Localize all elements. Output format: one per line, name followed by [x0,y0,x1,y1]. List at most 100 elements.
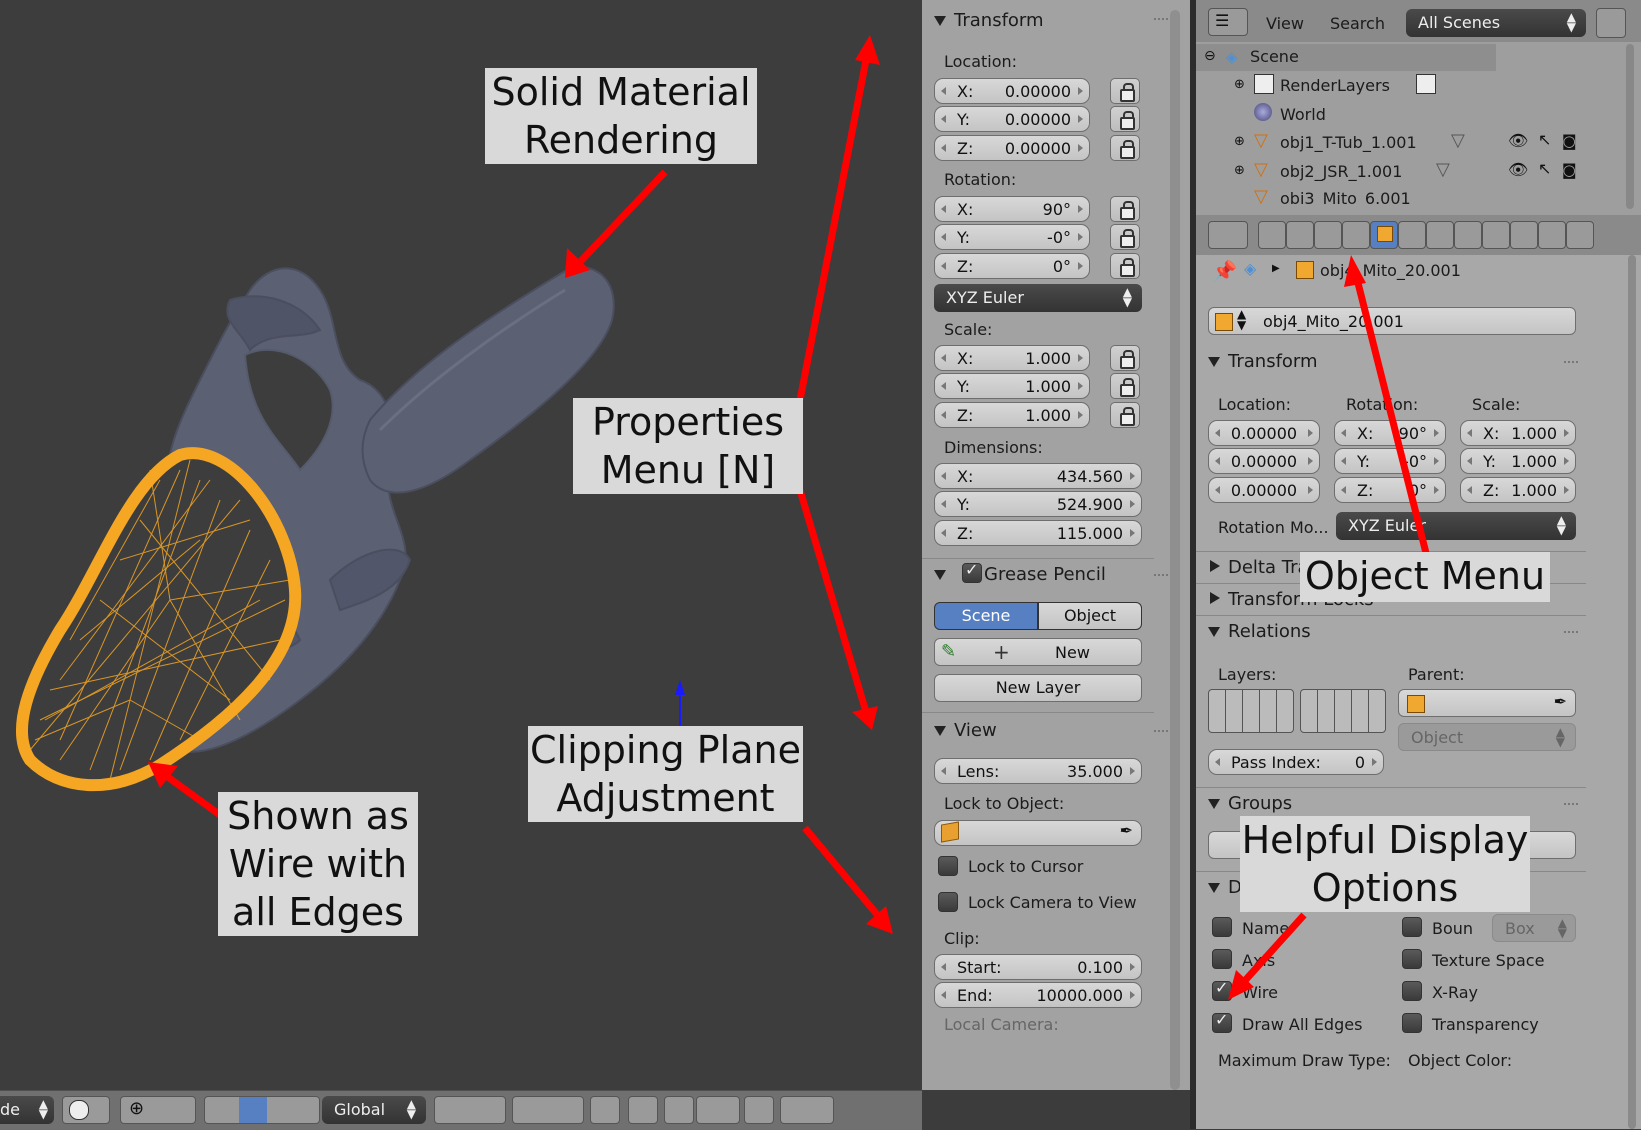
magnet-icon[interactable] [664,1096,694,1124]
cursor-icon[interactable]: ↖ [1538,159,1551,178]
wrench-icon[interactable] [1596,8,1626,38]
scene-icon: ◈ [1226,48,1238,66]
scale-x-field[interactable]: X: 1.000 [934,345,1090,371]
lock-to-cursor-checkbox[interactable] [938,856,958,876]
snap-element-icon[interactable] [696,1096,740,1124]
outliner-partial-row: ▽ obj3_Mito_6.001 [1196,186,1641,204]
pivot-dropdown[interactable]: ⊕ [120,1096,196,1124]
rotation-x-field[interactable]: X: 90° [934,196,1090,222]
new-layer-button[interactable]: New Layer [934,674,1142,702]
search-menu[interactable]: Search [1330,14,1385,33]
clip-start-field[interactable]: Start: 0.100 [934,954,1142,980]
lock-icon[interactable] [1110,135,1140,161]
snap-target-icon[interactable] [744,1096,774,1124]
rotation-y-field[interactable]: Y: -0° [934,224,1090,250]
rotation-z-field[interactable]: Z: 0° [934,253,1090,279]
outliner-obj1[interactable]: obj1_T-Tub_1.001 [1280,133,1417,152]
tab-object[interactable]: Object [1038,602,1142,630]
grip-icon[interactable] [1154,730,1168,738]
shading-dropdown[interactable] [62,1096,110,1124]
view-panel-title[interactable]: View [954,720,997,741]
pencil-icon: ✎ [941,641,957,662]
expand-icon[interactable]: ⊕ [1234,77,1245,92]
lock-icon[interactable] [1110,345,1140,371]
outliner-renderlayers[interactable]: RenderLayers [1280,76,1390,95]
new-grease-pencil-button[interactable]: ✎ + New [934,638,1142,666]
grease-pencil-title[interactable]: Grease Pencil [984,564,1106,585]
dimensions-y-field[interactable]: Y: 524.900 [934,491,1142,517]
outliner-scene[interactable]: Scene [1250,47,1299,66]
eye-icon[interactable]: 👁 [1508,131,1528,150]
lock-camera-to-view-label: Lock Camera to View [968,893,1137,912]
outliner-world[interactable]: World [1280,105,1326,124]
dimensions-z-field[interactable]: Z: 115.000 [934,520,1142,546]
properties-shelf[interactable]: Transform Location: X: 0.00000 Y: 0.00000 … [922,0,1200,1090]
lock-icon[interactable] [1110,196,1140,222]
render-icon[interactable] [780,1096,834,1124]
object-cube-icon [941,821,959,843]
expand-icon[interactable]: ⊕ [1234,163,1245,178]
new-label: New [1055,643,1090,662]
renderlayers-icon [1254,74,1274,94]
lock-layers-icon[interactable] [590,1096,620,1124]
outliner-obj2[interactable]: obj2_JSR_1.001 [1280,162,1402,181]
scale-y-field[interactable]: Y: 1.000 [934,373,1090,399]
scene-filter-dropdown[interactable]: All Scenes ▲ ▼ [1406,9,1586,37]
outliner-scrollbar[interactable] [1626,44,1634,209]
tab-scene[interactable]: Scene [934,602,1038,630]
properties-annotations [1228,255,1430,1000]
lens-field[interactable]: Lens: 35.000 [934,758,1142,784]
collapse-triangle-icon[interactable] [934,570,946,580]
editor-type-button[interactable]: ☰ [1208,8,1248,36]
grip-icon[interactable] [1154,574,1168,582]
manipulator-buttons[interactable] [204,1096,320,1124]
grease-pencil-checkbox[interactable] [962,560,982,583]
outliner[interactable]: ☰ View Search All Scenes ▲ ▼ ⊖ ◈ Scene ⊕ R… [1196,0,1641,215]
eyedropper-icon[interactable]: ✒ [1120,821,1133,840]
camera-icon[interactable]: ◙ [1562,161,1577,179]
rotation-label: Rotation: [944,170,1017,189]
cursor-icon[interactable]: ↖ [1538,130,1551,149]
lock-to-object-label: Lock to Object: [944,794,1065,813]
dimensions-x-field[interactable]: X: 434.560 [934,463,1142,489]
outliner-obj3[interactable]: obj3_Mito_6.001 [1280,189,1411,204]
view-menu[interactable]: View [1266,14,1304,33]
lock-icon[interactable] [1110,373,1140,399]
lock-icon[interactable] [1110,253,1140,279]
grip-icon[interactable] [1154,18,1168,26]
3d-viewport[interactable]: Solid Material Rendering Properties Menu… [0,0,922,1090]
location-x-field[interactable]: X: 0.00000 [934,78,1090,104]
shelf-scrollbar[interactable] [1170,10,1180,1090]
camera-icon[interactable]: ◙ [1562,132,1577,150]
lock-icon[interactable] [1110,78,1140,104]
callout-properties-menu: Properties Menu [N] [573,398,803,494]
mode-dropdown[interactable]: de ▲ ▼ [0,1096,54,1124]
lock-to-object-field[interactable]: ✒ [934,820,1142,846]
scale-z-field[interactable]: Z: 1.000 [934,402,1090,428]
eye-icon[interactable]: 👁 [1508,160,1528,179]
collapse-triangle-icon[interactable] [934,16,946,26]
lock-icon[interactable] [1110,224,1140,250]
outliner-icon: ☰ [1215,11,1230,30]
lock-camera-to-view-checkbox[interactable] [938,892,958,912]
layers-grid-1[interactable] [434,1096,506,1124]
expand-icon[interactable]: ⊕ [1234,134,1245,149]
callout-clipping-plane: Clipping Plane Adjustment [528,726,803,822]
callout-wire-edges: Shown as Wire with all Edges [218,792,418,936]
mesh-icon: ▽ [1254,130,1268,151]
callout-object-menu: Object Menu [1300,552,1550,602]
orientation-dropdown[interactable]: Global ▲ ▼ [322,1096,426,1124]
proportional-edit-icon[interactable] [628,1096,658,1124]
lock-icon[interactable] [1110,106,1140,132]
lock-icon[interactable] [1110,402,1140,428]
transform-panel-title[interactable]: Transform [954,10,1044,31]
location-z-field[interactable]: Z: 0.00000 [934,135,1090,161]
layers-grid-2[interactable] [512,1096,584,1124]
collapse-icon[interactable]: ⊖ [1204,48,1216,64]
rotation-mode-dropdown[interactable]: XYZ Euler ▲ ▼ [934,284,1142,312]
clip-end-field[interactable]: End: 10000.000 [934,982,1142,1008]
translate-icon[interactable] [239,1097,267,1123]
viewport-header[interactable]: de ▲ ▼ ⊕ Global ▲ ▼ [0,1090,922,1130]
collapse-triangle-icon[interactable] [934,726,946,736]
location-y-field[interactable]: Y: 0.00000 [934,106,1090,132]
